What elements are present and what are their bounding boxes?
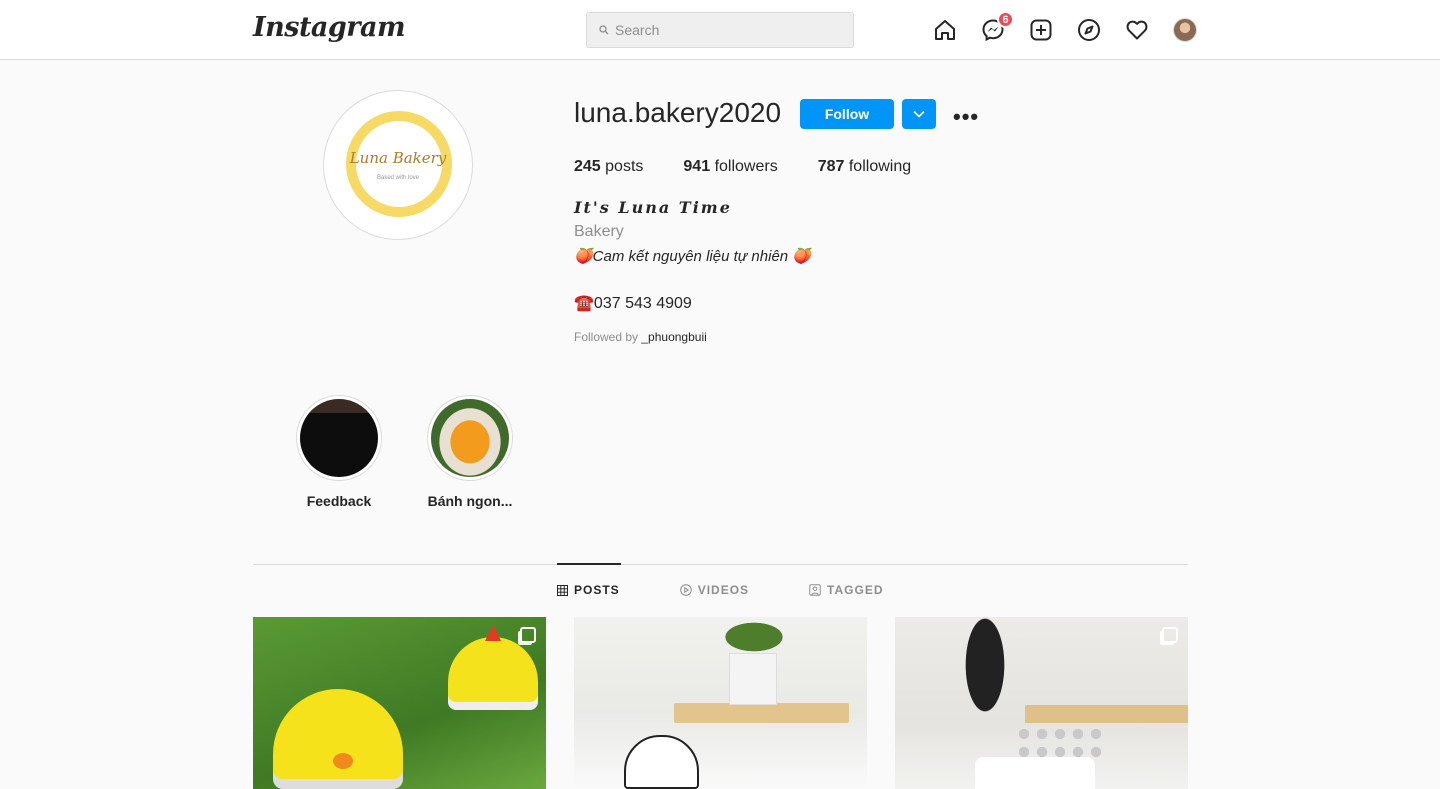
post-image-cake-right [448, 637, 538, 702]
profile-avatar[interactable] [1172, 17, 1198, 43]
search-placeholder: Search [615, 22, 660, 38]
post-image-cake [975, 757, 1095, 789]
home-icon[interactable] [932, 17, 958, 43]
profile-username: luna.bakery2020 [574, 97, 782, 128]
tab-tagged[interactable]: TAGGED [809, 583, 883, 597]
post-image-cake [624, 735, 699, 789]
highlight-label: Feedback [306, 493, 372, 509]
post-thumbnail[interactable] [253, 617, 546, 789]
tab-posts-label: POSTS [574, 583, 620, 597]
tab-tagged-label: TAGGED [827, 583, 884, 597]
followed-prefix: Followed by [574, 330, 642, 344]
profile-stats: 245 posts 941 followers 787 following [574, 158, 911, 176]
carousel-icon [520, 627, 536, 643]
tabs-divider [253, 564, 1188, 565]
messenger-icon[interactable]: 6 [980, 11, 1014, 43]
post-image-comb [485, 625, 501, 641]
following-stat[interactable]: 787 following [818, 158, 911, 176]
top-navbar: Instagram Search 6 [0, 0, 1440, 60]
play-icon [679, 584, 692, 596]
avatar [1173, 18, 1197, 42]
explore-icon[interactable] [1076, 17, 1102, 43]
bio-tagline: 🍑Cam kết nguyên liệu tự nhiên 🍑 [574, 248, 811, 265]
highlight-ring [427, 395, 513, 481]
activity-heart-icon[interactable] [1124, 17, 1150, 43]
profile-picture[interactable]: Luna Bakery Baked with love [323, 90, 473, 240]
post-image-shelf [674, 703, 849, 723]
following-count: 787 [817, 158, 845, 175]
profile-tabs: POSTS VIDEOS TAGGED [557, 583, 884, 597]
tag-icon [809, 584, 821, 596]
post-thumbnail[interactable] [574, 617, 867, 789]
highlight-banh-ngon[interactable]: Bánh ngon... [425, 395, 515, 509]
new-post-icon[interactable] [1028, 17, 1054, 43]
follow-button[interactable]: Follow [800, 99, 894, 129]
avatar-logo-text: Luna Bakery [349, 149, 447, 167]
tab-videos[interactable]: VIDEOS [679, 583, 750, 597]
followers-count: 941 [683, 158, 711, 175]
tab-posts[interactable]: POSTS [557, 583, 620, 597]
instagram-logo[interactable]: Instagram [253, 12, 406, 43]
highlight-label: Bánh ngon... [427, 493, 513, 509]
suggested-dropdown-button[interactable] [902, 99, 936, 129]
bio-category: Bakery [574, 223, 624, 240]
highlight-thumbnail [431, 399, 509, 477]
followed-by[interactable]: Followed by _phuongbuii [574, 330, 707, 344]
active-tab-indicator [557, 563, 621, 565]
post-image-shelf [1025, 705, 1188, 723]
messenger-badge: 6 [997, 11, 1014, 28]
posts-label: posts [605, 158, 644, 175]
post-image-plant [714, 617, 794, 657]
post-image-planter [729, 653, 777, 705]
followed-user[interactable]: _phuongbuii [641, 330, 706, 344]
posts-count: 245 [574, 158, 601, 175]
tab-videos-label: VIDEOS [697, 583, 750, 597]
chevron-down-icon [913, 110, 925, 118]
avatar-logo-subtext: Baked with love [376, 175, 420, 181]
post-thumbnail[interactable] [895, 617, 1188, 789]
carousel-icon [1162, 627, 1178, 643]
highlight-thumbnail [300, 399, 378, 477]
highlight-ring [296, 395, 382, 481]
bio-phone: ☎️037 543 4909 [574, 295, 692, 312]
search-input[interactable]: Search [586, 12, 854, 48]
search-icon [599, 22, 609, 38]
followers-label: followers [714, 158, 778, 175]
posts-stat: 245 posts [574, 158, 643, 176]
highlight-feedback[interactable]: Feedback [294, 395, 384, 509]
more-options-icon[interactable]: ••• [953, 104, 979, 130]
post-image-beak [333, 753, 353, 769]
bio-title: It's Luna Time [574, 198, 732, 217]
posts-grid [253, 617, 1188, 789]
following-label: following [848, 158, 912, 175]
grid-icon [557, 584, 568, 596]
followers-stat[interactable]: 941 followers [683, 158, 777, 176]
post-image-feather [955, 617, 1015, 737]
